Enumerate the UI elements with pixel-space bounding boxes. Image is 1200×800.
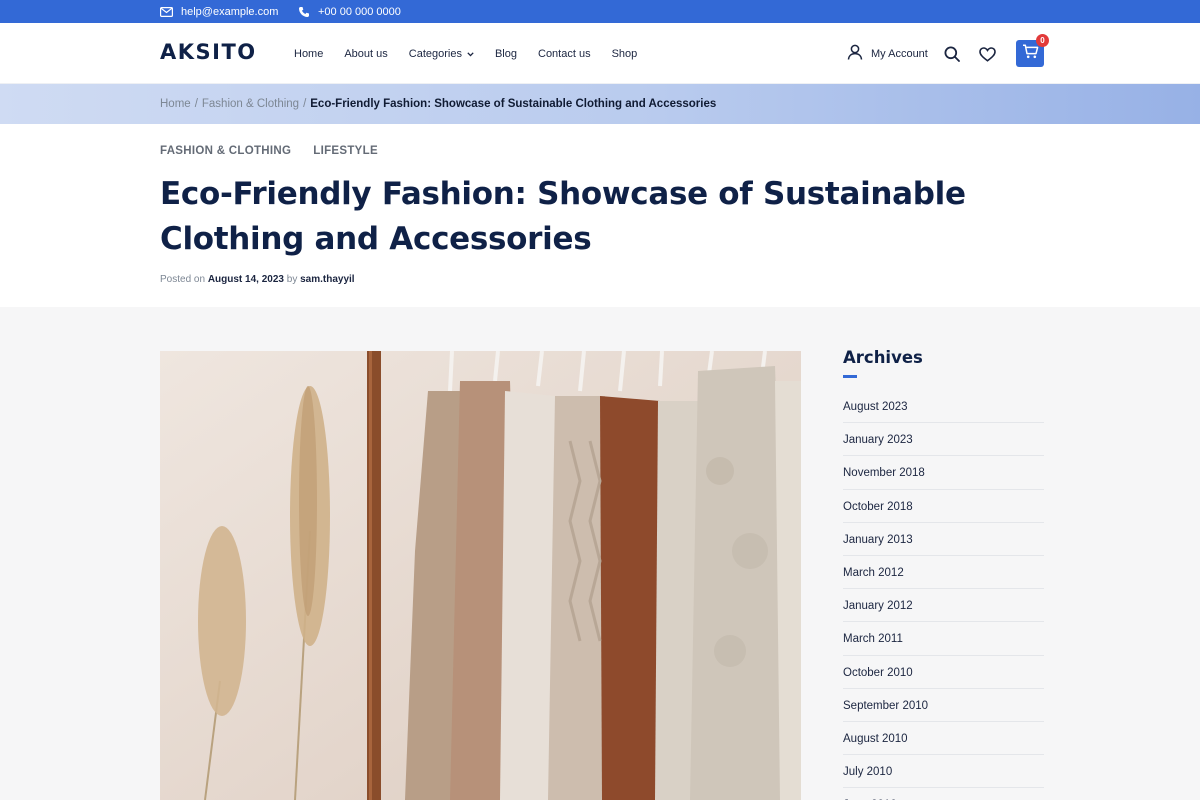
archive-item[interactable]: March 2012 <box>843 556 1044 590</box>
contact-phone-text: +00 00 000 0000 <box>318 5 401 18</box>
archive-item[interactable]: October 2018 <box>843 490 1044 523</box>
nav-shop[interactable]: Shop <box>612 48 638 60</box>
post-title: Eco-Friendly Fashion: Showcase of Sustai… <box>160 176 966 257</box>
search-icon[interactable] <box>943 45 961 63</box>
breadcrumb-separator: / <box>303 98 307 110</box>
post-header: FASHION & CLOTHING LIFESTYLE Eco-Friendl… <box>0 124 1200 307</box>
breadcrumb-home[interactable]: Home <box>160 98 191 110</box>
breadcrumb-bar: Home / Fashion & Clothing / Eco-Friendly… <box>0 84 1200 124</box>
category-link[interactable]: FASHION & CLOTHING <box>160 145 291 157</box>
chevron-down-icon <box>467 48 474 60</box>
contact-email[interactable]: help@example.com <box>160 0 278 23</box>
post-author[interactable]: sam.thayyil <box>300 274 354 285</box>
cart-button[interactable]: 0 <box>1016 34 1049 67</box>
category-link[interactable]: LIFESTYLE <box>313 145 378 157</box>
breadcrumb-current: Eco-Friendly Fashion: Showcase of Sustai… <box>310 98 717 110</box>
archive-item[interactable]: January 2012 <box>843 589 1044 623</box>
archive-item[interactable]: June 2010 <box>843 788 1044 800</box>
my-account-link[interactable]: My Account <box>847 23 928 84</box>
archive-item[interactable]: January 2013 <box>843 523 1044 556</box>
site-header: AKSITO Home About us Categories Blog Con… <box>0 23 1200 84</box>
breadcrumb-separator: / <box>194 98 198 110</box>
archive-item[interactable]: September 2010 <box>843 689 1044 722</box>
main-nav: Home About us Categories Blog Contact us… <box>294 23 658 84</box>
breadcrumb: Home / Fashion & Clothing / Eco-Friendly… <box>160 84 716 124</box>
nav-contact[interactable]: Contact us <box>538 48 591 60</box>
archive-item[interactable]: October 2010 <box>843 656 1044 689</box>
archive-item[interactable]: March 2011 <box>843 622 1044 656</box>
nav-categories-label: Categories <box>408 47 462 60</box>
site-logo[interactable]: AKSITO <box>160 40 257 64</box>
archive-item[interactable]: August 2023 <box>843 390 1044 424</box>
post-categories: FASHION & CLOTHING LIFESTYLE <box>160 145 378 157</box>
archive-item[interactable]: August 2010 <box>843 722 1044 756</box>
top-contact-bar: help@example.com +00 00 000 0000 <box>0 0 1200 23</box>
post-date[interactable]: August 14, 2023 <box>208 274 284 285</box>
heart-icon[interactable] <box>978 45 996 63</box>
contact-email-text: help@example.com <box>181 5 279 18</box>
by-label: by <box>286 274 298 285</box>
nav-categories[interactable]: Categories <box>409 48 474 60</box>
sidebar-archives: Archives August 2023 January 2023 Novemb… <box>843 348 1044 800</box>
nav-blog[interactable]: Blog <box>495 48 517 60</box>
user-icon <box>847 44 863 63</box>
featured-image <box>160 351 801 800</box>
my-account-label: My Account <box>871 47 928 60</box>
phone-icon <box>298 6 310 18</box>
cart-icon <box>1022 43 1039 64</box>
posted-on-label: Posted on <box>160 274 206 285</box>
nav-home[interactable]: Home <box>294 48 323 60</box>
archive-list: August 2023 January 2023 November 2018 O… <box>843 390 1044 800</box>
cart-count-badge: 0 <box>1036 34 1049 47</box>
contact-phone[interactable]: +00 00 000 0000 <box>298 0 401 23</box>
title-underline <box>843 375 857 378</box>
archive-item[interactable]: July 2010 <box>843 755 1044 789</box>
post-meta: Posted on August 14, 2023 by sam.thayyil <box>160 274 355 285</box>
mail-icon <box>160 6 173 17</box>
archive-item[interactable]: January 2023 <box>843 423 1044 457</box>
breadcrumb-category[interactable]: Fashion & Clothing <box>202 98 299 110</box>
archives-title: Archives <box>843 348 923 367</box>
archive-item[interactable]: November 2018 <box>843 456 1044 490</box>
nav-about[interactable]: About us <box>344 48 387 60</box>
